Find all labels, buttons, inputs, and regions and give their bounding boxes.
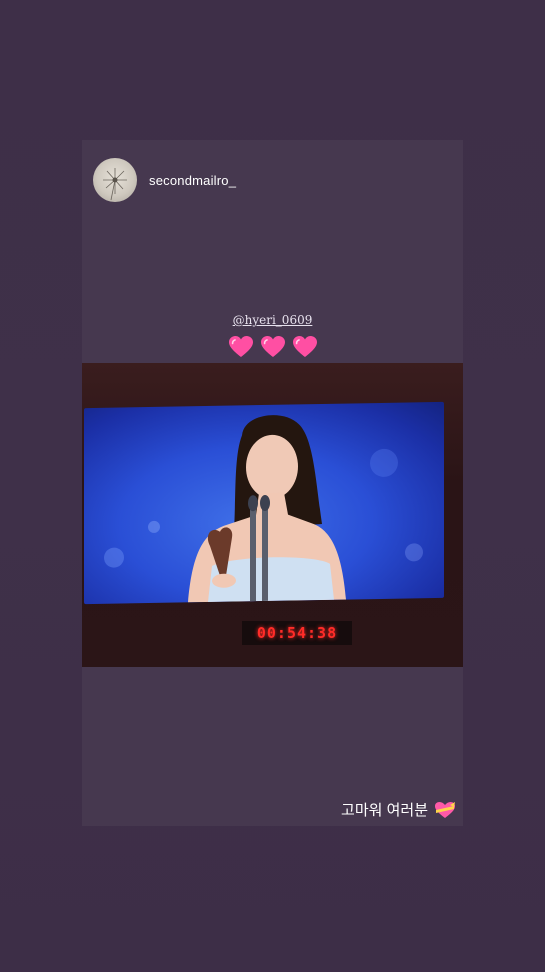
username[interactable]: secondmailro_ <box>149 173 236 188</box>
story-header[interactable]: secondmailro_ <box>93 157 236 203</box>
sparkling-heart-icon <box>228 336 253 357</box>
avatar[interactable] <box>93 158 137 202</box>
caption: 고마워 여러분 <box>341 799 456 820</box>
sparkling-heart-icon <box>260 336 285 357</box>
sparkling-heart-icon <box>292 336 317 357</box>
story-photo: 00:54:38 <box>82 363 463 667</box>
heart-with-ribbon-icon <box>435 801 455 818</box>
timer-display: 00:54:38 <box>242 621 352 645</box>
mention-sticker[interactable]: @hyeri_0609 <box>0 313 545 327</box>
dandelion-icon <box>103 168 127 201</box>
tv-screen <box>84 401 444 605</box>
caption-text: 고마워 여러분 <box>341 802 428 819</box>
hearts-row <box>0 335 545 359</box>
award-speech-scene <box>104 415 423 603</box>
